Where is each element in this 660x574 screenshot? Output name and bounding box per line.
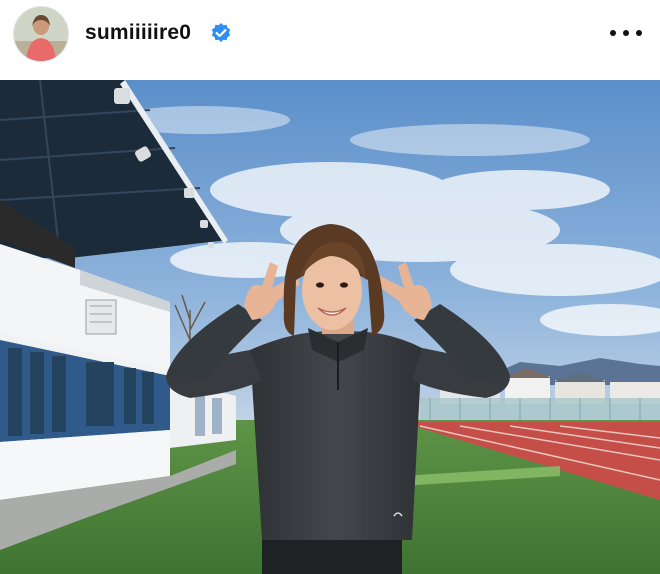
post-photo[interactable] xyxy=(0,80,660,574)
post-header: sumiiiiire0 xyxy=(0,0,660,80)
avatar[interactable] xyxy=(14,7,68,61)
verified-badge-icon xyxy=(211,23,231,42)
username[interactable]: sumiiiiire0 xyxy=(85,20,191,46)
more-options-button[interactable] xyxy=(610,20,642,46)
avatar-photo xyxy=(14,7,68,61)
post-image xyxy=(0,80,660,574)
more-horizontal-icon xyxy=(610,30,616,36)
